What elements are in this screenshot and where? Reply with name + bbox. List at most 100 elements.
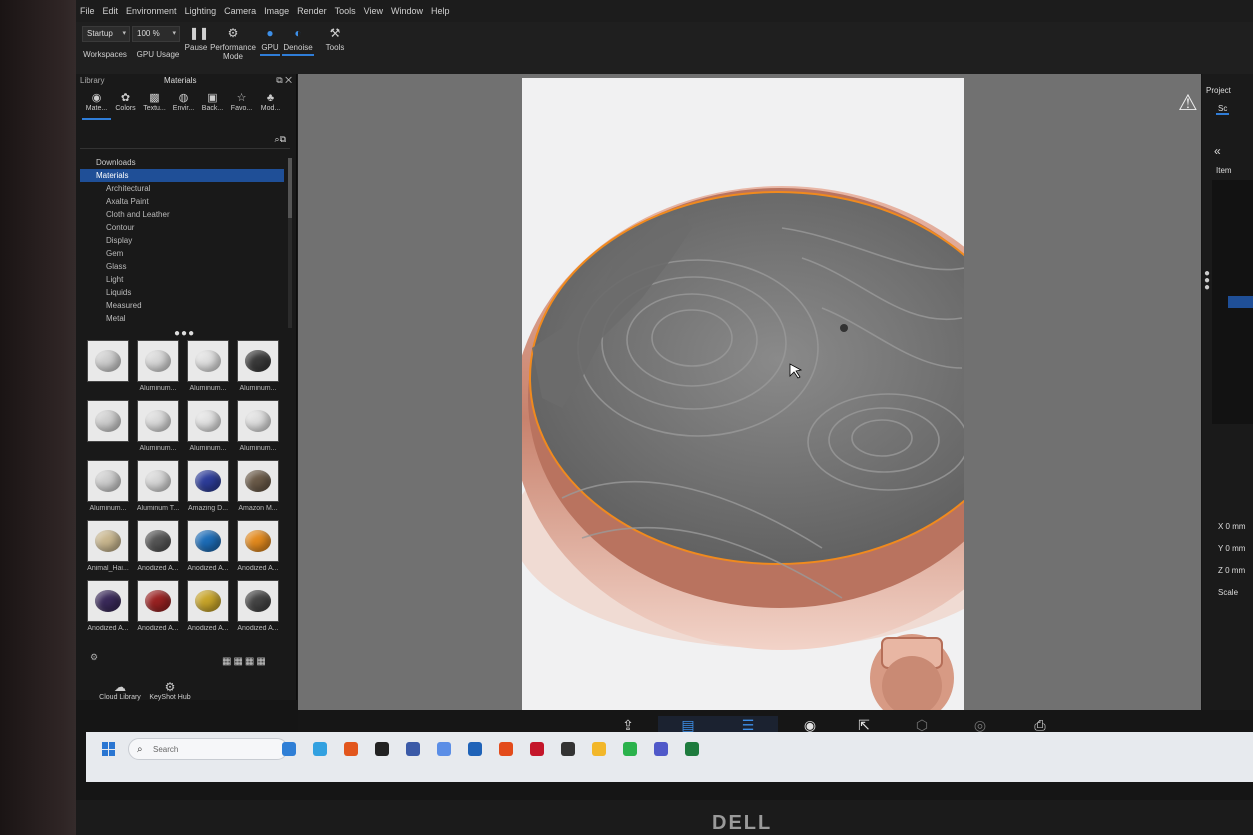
taskbar-app-icon[interactable] bbox=[375, 742, 389, 756]
tab-scene[interactable]: Sc bbox=[1216, 104, 1230, 115]
material-thumbnail[interactable]: Anodized A... bbox=[184, 520, 232, 580]
tree-item[interactable]: Downloads bbox=[80, 156, 284, 169]
search-icon[interactable]: ⌕⧉ bbox=[275, 134, 286, 145]
close-icon[interactable]: ✕ bbox=[285, 75, 292, 85]
material-thumbnail[interactable]: Aluminum... bbox=[84, 460, 132, 520]
tab-library-0[interactable]: ◉ Mate... bbox=[82, 88, 111, 120]
tab-library-3[interactable]: ◍ Envir... bbox=[169, 88, 198, 120]
material-thumbnail[interactable]: Anodized A... bbox=[134, 520, 182, 580]
tools-button[interactable]: ⚒ Tools bbox=[322, 26, 348, 52]
position-x[interactable]: X 0 mm bbox=[1218, 522, 1246, 531]
library-tree: Downloads Materials Architectural Axalta Pa… bbox=[80, 156, 284, 325]
tab-library-1[interactable]: ✿ Colors bbox=[111, 88, 140, 120]
material-thumbnail[interactable]: Aluminum... bbox=[234, 340, 282, 400]
menu-edit[interactable]: Edit bbox=[103, 6, 119, 16]
menu-image[interactable]: Image bbox=[264, 6, 289, 16]
menu-help[interactable]: Help bbox=[431, 6, 450, 16]
selected-scene-item[interactable] bbox=[1228, 296, 1253, 308]
denoise-toggle[interactable]: ◐ Denoise bbox=[282, 26, 314, 56]
tree-item[interactable]: Cloth and Leather bbox=[80, 208, 284, 221]
taskbar-app-icon[interactable] bbox=[344, 742, 358, 756]
gpu-usage-button[interactable]: GPU Usage bbox=[134, 50, 182, 59]
material-thumbnail[interactable] bbox=[84, 400, 132, 460]
warning-icon[interactable]: ⚠ bbox=[1178, 90, 1198, 116]
tree-item[interactable]: Liquids bbox=[80, 286, 284, 299]
material-thumbnail[interactable] bbox=[84, 340, 132, 400]
tab-library-4[interactable]: ▣ Back... bbox=[198, 88, 227, 120]
taskbar-app-icon[interactable] bbox=[313, 742, 327, 756]
material-thumbnail[interactable]: Anodized A... bbox=[234, 580, 282, 640]
taskbar-search[interactable]: ⌕ Search bbox=[128, 738, 288, 760]
material-thumbnail[interactable]: Aluminum... bbox=[234, 400, 282, 460]
tree-item[interactable]: Architectural bbox=[80, 182, 284, 195]
settings-icon[interactable]: ⚙ bbox=[90, 652, 98, 663]
taskbar-app-icon[interactable] bbox=[623, 742, 637, 756]
workspace-dropdown[interactable]: Startup ▾ bbox=[82, 26, 130, 42]
tree-item[interactable]: Light bbox=[80, 273, 284, 286]
tree-scrollbar[interactable] bbox=[288, 158, 292, 328]
performance-mode-button[interactable]: ⚙ Performance Mode bbox=[210, 26, 256, 61]
material-thumbnail[interactable]: Amazing D... bbox=[184, 460, 232, 520]
rendered-image[interactable] bbox=[522, 78, 964, 710]
cloud-library-button[interactable]: ☁ Cloud Library bbox=[96, 680, 144, 701]
material-thumbnail[interactable]: Aluminum... bbox=[184, 340, 232, 400]
material-thumbnail[interactable]: Anodized A... bbox=[134, 580, 182, 640]
tab-library-5[interactable]: ☆ Favo... bbox=[227, 88, 256, 120]
workspaces-button[interactable]: Workspaces bbox=[80, 50, 130, 59]
keyshot-hub-button[interactable]: ⚙ KeyShot Hub bbox=[146, 680, 194, 701]
material-thumbnail[interactable]: Aluminum T... bbox=[134, 460, 182, 520]
popout-icon[interactable]: ⧉ bbox=[276, 75, 282, 85]
tab-library-6[interactable]: ♣ Mod... bbox=[256, 88, 285, 120]
material-label: Aluminum... bbox=[89, 505, 127, 512]
gpu-toggle[interactable]: ● GPU bbox=[260, 26, 280, 56]
material-thumbnail[interactable]: Aluminum... bbox=[134, 340, 182, 400]
taskbar-app-icon[interactable] bbox=[282, 742, 296, 756]
position-z[interactable]: Z 0 mm bbox=[1218, 566, 1245, 575]
menu-environment[interactable]: Environment bbox=[126, 6, 177, 16]
material-thumbnail[interactable]: Anodized A... bbox=[234, 520, 282, 580]
tree-item[interactable]: Contour bbox=[80, 221, 284, 234]
taskbar-app-icon[interactable] bbox=[592, 742, 606, 756]
tree-item[interactable]: Metal bbox=[80, 312, 284, 325]
tree-item[interactable]: Glass bbox=[80, 260, 284, 273]
tree-item[interactable]: Gem bbox=[80, 247, 284, 260]
taskbar-app-icon[interactable] bbox=[499, 742, 513, 756]
thumbnail-size-icons[interactable]: ▦▦▦▦ bbox=[222, 656, 268, 667]
menu-window[interactable]: Window bbox=[391, 6, 423, 16]
menu-render[interactable]: Render bbox=[297, 6, 327, 16]
panel-menu-icon[interactable]: ● ● ● bbox=[1204, 269, 1210, 293]
material-label: Anodized A... bbox=[187, 625, 229, 632]
tree-item[interactable]: Axalta Paint bbox=[80, 195, 284, 208]
taskbar-app-icon[interactable] bbox=[654, 742, 668, 756]
windows-start-icon[interactable] bbox=[102, 742, 116, 756]
menu-tools[interactable]: Tools bbox=[335, 6, 356, 16]
taskbar-app-icon[interactable] bbox=[685, 742, 699, 756]
material-thumbnail[interactable]: Anodized A... bbox=[84, 580, 132, 640]
taskbar-app-icon[interactable] bbox=[406, 742, 420, 756]
pause-button[interactable]: ❚❚ Pause bbox=[182, 26, 210, 52]
material-thumbnail[interactable]: Anodized A... bbox=[184, 580, 232, 640]
material-thumbnail[interactable]: Animal_Hai... bbox=[84, 520, 132, 580]
taskbar-app-icon[interactable] bbox=[468, 742, 482, 756]
material-thumbnail[interactable]: Amazon M... bbox=[234, 460, 282, 520]
zoom-dropdown[interactable]: 100 % ▾ bbox=[132, 26, 180, 42]
material-thumbnail[interactable]: Aluminum... bbox=[184, 400, 232, 460]
tree-item[interactable]: Display bbox=[80, 234, 284, 247]
material-thumbnail[interactable]: Aluminum... bbox=[134, 400, 182, 460]
menu-camera[interactable]: Camera bbox=[224, 6, 256, 16]
menu-lighting[interactable]: Lighting bbox=[185, 6, 217, 16]
render-viewport[interactable]: ⚠ bbox=[298, 74, 1201, 710]
tab-library-2[interactable]: ▩ Textu... bbox=[140, 88, 169, 120]
taskbar-app-icon[interactable] bbox=[530, 742, 544, 756]
tree-item[interactable]: Measured bbox=[80, 299, 284, 312]
more-dots-icon[interactable]: ●●● bbox=[174, 328, 195, 339]
tree-item[interactable]: Materials bbox=[80, 169, 284, 182]
taskbar-app-icon[interactable] bbox=[561, 742, 575, 756]
menu-view[interactable]: View bbox=[364, 6, 383, 16]
taskbar-app-icon[interactable] bbox=[437, 742, 451, 756]
collapse-panel-icon[interactable]: « bbox=[1214, 144, 1221, 158]
menu-file[interactable]: File bbox=[80, 6, 95, 16]
scene-tree[interactable] bbox=[1212, 180, 1253, 424]
position-y[interactable]: Y 0 mm bbox=[1218, 544, 1245, 553]
library-search[interactable]: ⌕⧉ bbox=[80, 134, 290, 149]
